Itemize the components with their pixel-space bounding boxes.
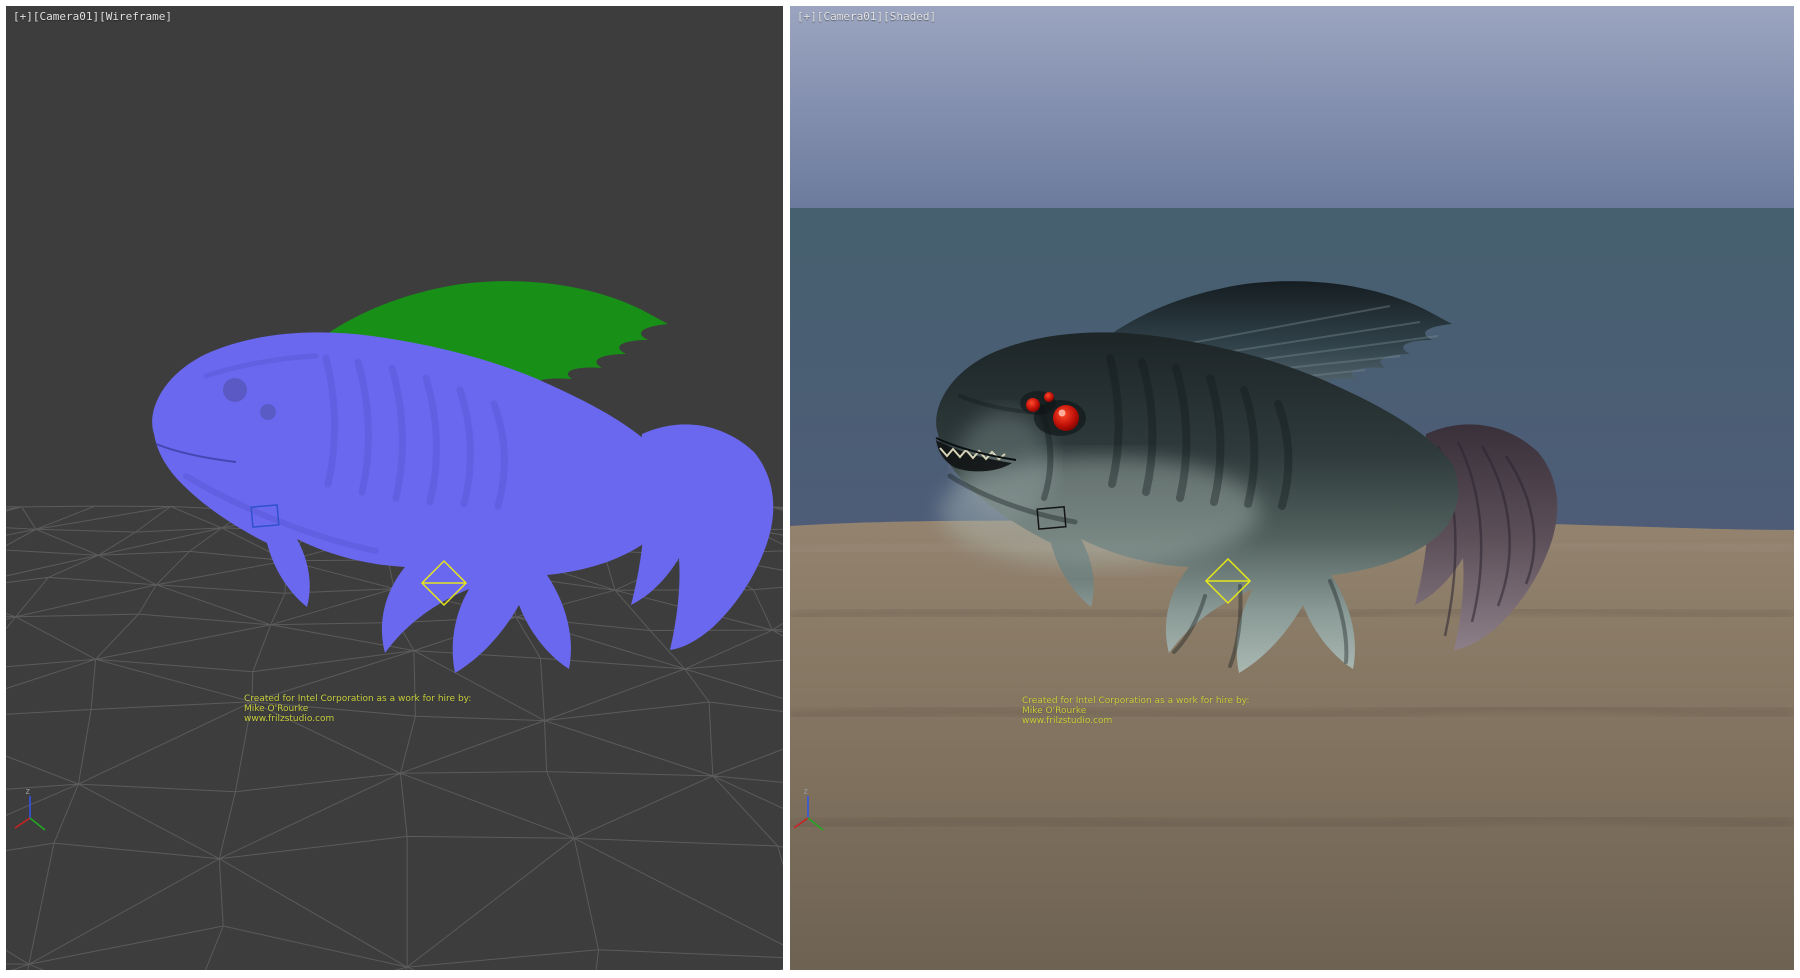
viewport-menu-button[interactable]: [+] bbox=[797, 10, 817, 23]
fish-eye-left-small bbox=[260, 404, 276, 420]
copyright-annotation: Created for Intel Corporation as a work … bbox=[244, 694, 471, 724]
dual-viewport-app: { "viewports": { "left": { "menu": "[+]"… bbox=[0, 0, 1800, 978]
viewport-shaded[interactable]: [+][Camera01][Shaded] bbox=[790, 6, 1794, 970]
viewport-camera-menu[interactable]: [Camera01] bbox=[817, 10, 883, 23]
copyright-annotation: Created for Intel Corporation as a work … bbox=[1022, 696, 1249, 726]
viewport-wireframe[interactable]: [+][Camera01][Wireframe] bbox=[6, 6, 783, 970]
viewport-shading-menu[interactable]: [Wireframe] bbox=[99, 10, 172, 23]
axis-z-label: z bbox=[803, 787, 808, 797]
sky-upper bbox=[790, 6, 1794, 208]
eye-large-red bbox=[1053, 405, 1079, 431]
viewport-menu-button[interactable]: [+] bbox=[13, 10, 33, 23]
axis-z-label: z bbox=[25, 787, 30, 797]
eye-tiny-red bbox=[1044, 392, 1054, 402]
viewport-shading-menu[interactable]: [Shaded] bbox=[883, 10, 936, 23]
eye-small-red bbox=[1026, 398, 1040, 412]
viewport-camera-menu[interactable]: [Camera01] bbox=[33, 10, 99, 23]
viewport-label-wireframe: [+][Camera01][Wireframe] bbox=[13, 10, 172, 23]
world-axis-tripod: z bbox=[15, 787, 45, 830]
fish-model-wireframe[interactable] bbox=[152, 281, 773, 673]
viewport-label-shaded: [+][Camera01][Shaded] bbox=[797, 10, 936, 23]
fish-eye-left-large bbox=[223, 378, 247, 402]
